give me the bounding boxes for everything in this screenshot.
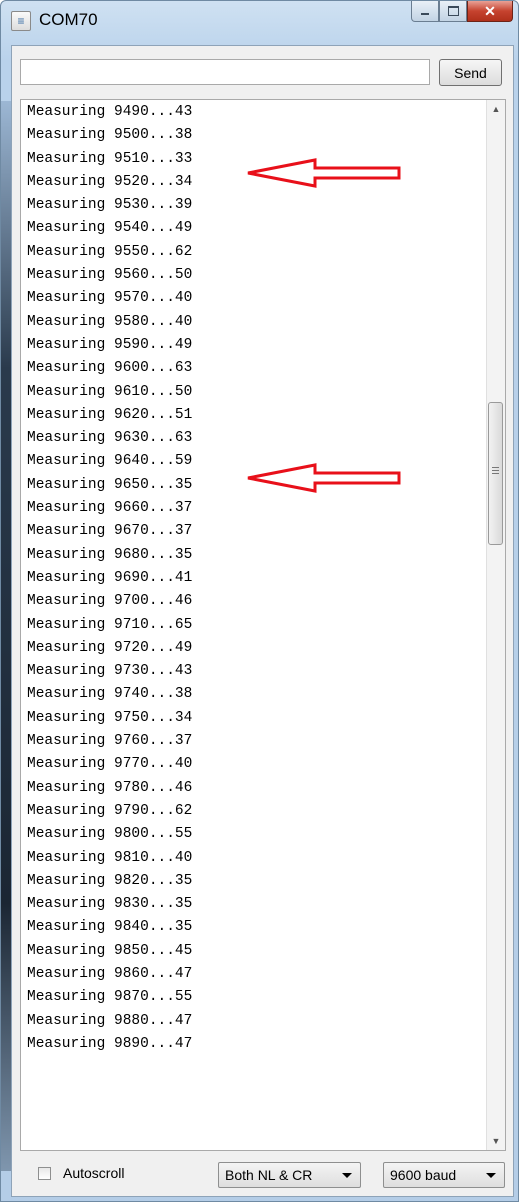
output-line: Measuring 9570...40 — [27, 290, 193, 307]
scroll-down-arrow-icon[interactable]: ▼ — [487, 1132, 505, 1150]
output-line: Measuring 9860...47 — [27, 965, 193, 982]
output-line: Measuring 9650...35 — [27, 476, 193, 493]
serial-output-area[interactable]: Measuring 9490...43 Measuring 9500...38 Me… — [20, 99, 506, 1151]
vertical-scrollbar[interactable]: ▲ ▼ — [486, 100, 505, 1150]
output-line: Measuring 9780...46 — [27, 779, 193, 796]
chevron-down-icon — [486, 1173, 496, 1178]
chevron-down-icon — [342, 1173, 352, 1178]
output-line: Measuring 9670...37 — [27, 523, 193, 540]
output-line: Measuring 9630...63 — [27, 430, 193, 447]
output-line: Measuring 9840...35 — [27, 919, 193, 936]
baud-rate-select[interactable]: 9600 baud — [383, 1162, 505, 1188]
output-line: Measuring 9770...40 — [27, 756, 193, 773]
autoscroll-checkbox[interactable] — [38, 1167, 51, 1180]
output-line: Measuring 9690...41 — [27, 569, 193, 586]
output-line: Measuring 9890...47 — [27, 1035, 193, 1052]
line-ending-value: Both NL & CR — [225, 1167, 313, 1183]
window-title: COM70 — [39, 10, 98, 29]
output-line: Measuring 9510...33 — [27, 150, 193, 167]
grip-icon — [492, 467, 499, 476]
output-lines: Measuring 9490...43 Measuring 9500...38 Me… — [27, 101, 192, 1056]
scroll-thumb[interactable] — [488, 402, 503, 545]
output-line: Measuring 9880...47 — [27, 1012, 193, 1029]
output-line: Measuring 9870...55 — [27, 989, 193, 1006]
output-line: Measuring 9580...40 — [27, 313, 193, 330]
output-line: Measuring 9810...40 — [27, 849, 193, 866]
output-line: Measuring 9550...62 — [27, 243, 193, 260]
output-line: Measuring 9620...51 — [27, 406, 193, 423]
send-input[interactable] — [20, 59, 430, 85]
output-line: Measuring 9730...43 — [27, 663, 193, 680]
arrow-icon — [247, 463, 401, 493]
line-ending-select[interactable]: Both NL & CR — [218, 1162, 361, 1188]
output-line: Measuring 9760...37 — [27, 733, 193, 750]
output-line: Measuring 9800...55 — [27, 826, 193, 843]
output-line: Measuring 9610...50 — [27, 383, 193, 400]
close-icon: ✕ — [484, 3, 496, 19]
footer-bar: Autoscroll Both NL & CR 9600 baud — [20, 1157, 506, 1189]
output-line: Measuring 9560...50 — [27, 267, 193, 284]
output-line: Measuring 9830...35 — [27, 896, 193, 913]
output-line: Measuring 9540...49 — [27, 220, 193, 237]
output-line: Measuring 9700...46 — [27, 593, 193, 610]
output-line: Measuring 9600...63 — [27, 360, 193, 377]
minimize-button[interactable] — [411, 1, 439, 22]
output-line: Measuring 9490...43 — [27, 104, 193, 120]
minimize-icon — [421, 13, 429, 15]
output-line: Measuring 9660...37 — [27, 500, 193, 517]
scroll-up-arrow-icon[interactable]: ▲ — [487, 100, 505, 118]
output-line: Measuring 9500...38 — [27, 127, 193, 144]
title-bar[interactable]: ≡ COM70 ✕ — [1, 1, 518, 43]
arduino-app-icon[interactable]: ≡ — [11, 11, 31, 31]
output-line: Measuring 9790...62 — [27, 802, 193, 819]
output-line: Measuring 9850...45 — [27, 942, 193, 959]
output-line: Measuring 9640...59 — [27, 453, 193, 470]
output-line: Measuring 9720...49 — [27, 639, 193, 656]
baud-rate-value: 9600 baud — [390, 1167, 457, 1183]
close-button[interactable]: ✕ — [467, 1, 513, 22]
output-line: Measuring 9820...35 — [27, 872, 193, 889]
autoscroll-label: Autoscroll — [63, 1165, 125, 1181]
send-button[interactable]: Send — [439, 59, 502, 86]
output-line: Measuring 9710...65 — [27, 616, 193, 633]
output-line: Measuring 9590...49 — [27, 336, 193, 353]
arrow-icon — [247, 158, 401, 188]
output-line: Measuring 9520...34 — [27, 173, 193, 190]
window-frame-left-edge — [1, 101, 11, 1171]
serial-monitor-window: ≡ COM70 ✕ Send Measuring 9490...43 Measur… — [0, 0, 519, 1202]
maximize-icon — [447, 6, 459, 16]
output-line: Measuring 9530...39 — [27, 197, 193, 214]
output-line: Measuring 9680...35 — [27, 546, 193, 563]
client-area: Send Measuring 9490...43 Measuring 9500..… — [11, 45, 514, 1197]
maximize-button[interactable] — [439, 1, 467, 22]
output-line: Measuring 9740...38 — [27, 686, 193, 703]
output-line: Measuring 9750...34 — [27, 709, 193, 726]
